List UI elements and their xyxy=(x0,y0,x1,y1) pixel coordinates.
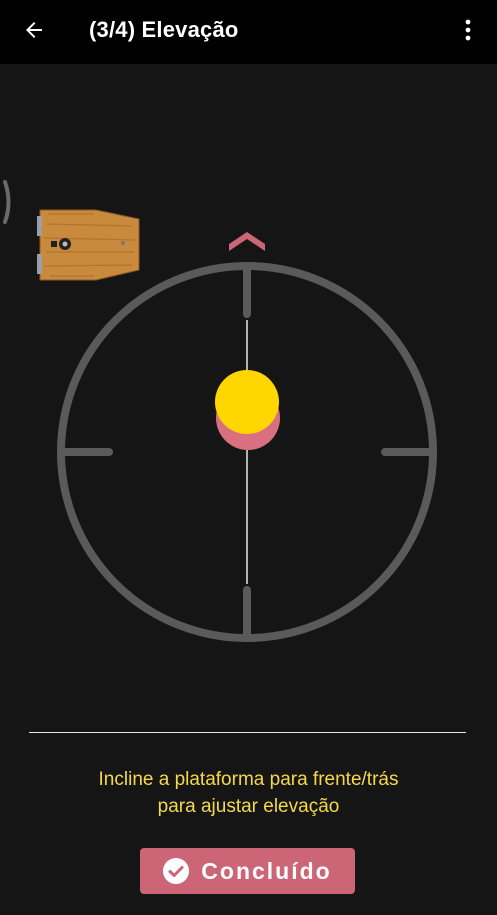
instruction-line-2: para ajustar elevação xyxy=(157,796,340,817)
divider xyxy=(29,732,466,733)
app-bar: (3/4) Elevação xyxy=(0,0,497,64)
chevron-up-icon xyxy=(229,232,265,251)
overflow-menu-button[interactable] xyxy=(452,12,484,48)
done-button[interactable]: Concluído xyxy=(140,848,355,894)
done-button-label: Concluído xyxy=(201,857,332,884)
partial-arc-icon xyxy=(3,180,11,224)
more-vertical-icon xyxy=(465,19,471,41)
arrow-left-icon xyxy=(26,22,42,38)
check-circle-icon xyxy=(163,858,190,884)
platform-device-icon xyxy=(37,209,140,281)
instruction-line-1: Incline a plataforma para frente/trás xyxy=(98,769,399,790)
back-button[interactable] xyxy=(14,12,54,48)
level-bubble xyxy=(215,370,279,434)
instruction-text: Incline a plataforma para frente/trás pa… xyxy=(0,766,497,820)
page-title: (3/4) Elevação xyxy=(89,17,239,42)
